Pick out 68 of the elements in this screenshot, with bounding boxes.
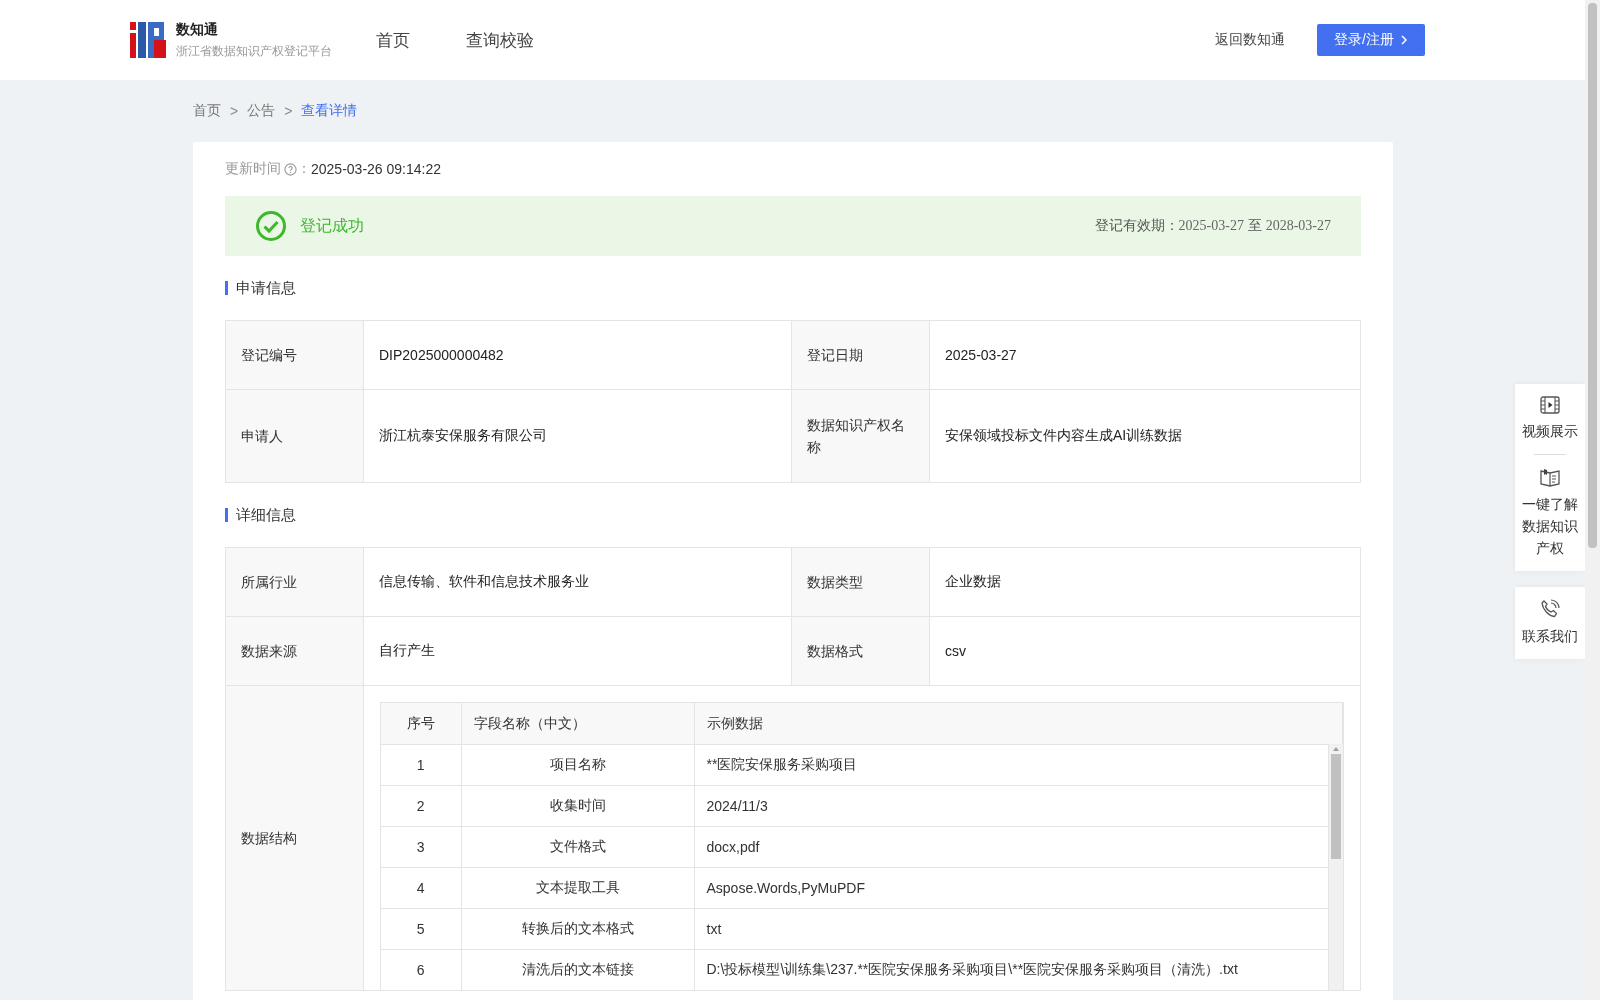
table-cell: 2024/11/3 (694, 785, 1329, 827)
table-cell: 转换后的文本格式 (461, 908, 694, 950)
table-cell: 清洗后的文本链接 (461, 949, 694, 990)
check-circle-icon (255, 210, 287, 242)
table-cell: 6 (381, 949, 461, 990)
table-cell: 1 (381, 744, 461, 786)
field-value: csv (929, 616, 1361, 686)
field-value: 浙江杭泰安保服务有限公司 (363, 389, 792, 483)
field-label: 登记日期 (791, 320, 930, 390)
float-menu-item[interactable]: 视频展示 (1521, 396, 1579, 442)
field-label: 数据结构 (225, 685, 364, 991)
table-cell: 4 (381, 867, 461, 909)
brand-name: 数知通 (176, 20, 219, 39)
table-cell: 文本提取工具 (461, 867, 694, 909)
breadcrumb-link[interactable]: 查看详情 (301, 102, 358, 120)
update-time-value: 2025-03-26 09:14:22 (311, 161, 441, 177)
column-header: 字段名称（中文） (461, 703, 694, 744)
table-cell: docx,pdf (694, 826, 1329, 868)
breadcrumb-separator: > (230, 103, 239, 119)
scrollbar[interactable] (1329, 744, 1343, 990)
table-cell: txt (694, 908, 1329, 950)
field-label: 数据格式 (791, 616, 930, 686)
breadcrumb-link[interactable]: 首页 (193, 102, 221, 120)
section-title: 详细信息 (225, 508, 1361, 522)
field-value: 自行产生 (363, 616, 792, 686)
breadcrumb-link[interactable]: 公告 (247, 102, 276, 120)
book-icon (1540, 467, 1560, 487)
back-link[interactable]: 返回数知通 (1215, 31, 1285, 49)
float-menu-item[interactable]: 联系我们 (1521, 599, 1579, 647)
float-menu-item[interactable]: 一键了解数据知识产权 (1521, 467, 1579, 559)
nav-link[interactable]: 查询校验 (466, 28, 534, 52)
table-cell: 项目名称 (461, 744, 694, 786)
validity-period: 登记有效期：2025-03-27 至 2028-03-27 (1094, 217, 1331, 235)
table-cell: Aspose.Words,PyMuPDF (694, 867, 1329, 909)
nav-link[interactable]: 首页 (376, 28, 410, 52)
colon: ： (297, 160, 311, 178)
field-value: 企业数据 (929, 547, 1361, 617)
table-cell: **医院安保服务采购项目 (694, 744, 1329, 786)
column-header: 序号 (381, 703, 461, 744)
section-title: 申请信息 (225, 281, 1361, 295)
table-cell: 5 (381, 908, 461, 950)
login-button[interactable]: 登录/注册 (1317, 24, 1425, 56)
field-value: DIP2025000000482 (363, 320, 792, 390)
table-cell: D:\投标模型\训练集\237.**医院安保服务采购项目\**医院安保服务采购项目（清洗）.txt (694, 949, 1329, 990)
brand-subtitle: 浙江省数据知识产权登记平台 (176, 42, 332, 60)
field-label: 所属行业 (225, 547, 364, 617)
field-label: 登记编号 (225, 320, 364, 390)
film-icon (1540, 396, 1560, 414)
column-header: 示例数据 (694, 703, 1343, 744)
field-value: 信息传输、软件和信息技术服务业 (363, 547, 792, 617)
field-label: 申请人 (225, 389, 364, 483)
status-text: 登记成功 (300, 215, 364, 236)
field-label: 数据类型 (791, 547, 930, 617)
table-cell: 3 (381, 826, 461, 868)
update-time-label: 更新时间 (225, 160, 281, 178)
table-cell: 2 (381, 785, 461, 827)
logo-icon (130, 22, 166, 58)
field-label: 数据知识产权名称 (791, 389, 930, 483)
breadcrumb-separator: > (284, 103, 293, 119)
phone-icon (1540, 599, 1560, 619)
table-cell: 收集时间 (461, 785, 694, 827)
page-scrollbar[interactable] (1585, 0, 1600, 1000)
table-cell: 文件格式 (461, 826, 694, 868)
field-value: 安保领域投标文件内容生成AI训练数据 (929, 389, 1361, 483)
field-value: 2025-03-27 (929, 320, 1361, 390)
chevron-right-icon (1399, 34, 1408, 46)
field-label: 数据来源 (225, 616, 364, 686)
help-icon (284, 162, 297, 176)
